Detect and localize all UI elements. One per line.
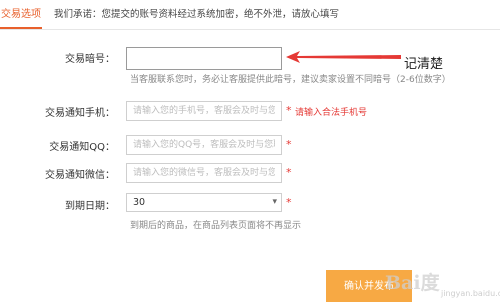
trade-password-label: 交易暗号： [65,54,115,65]
wechat-label: 交易通知微信： [45,170,115,181]
wechat-input[interactable] [126,163,282,183]
phone-required-mark: * [286,104,292,117]
expire-select[interactable]: 30 ▾ [126,193,282,212]
phone-error-message: 请输入合法手机号 [295,108,368,118]
top-bar: 交易选项 我们承诺：您提交的账号资料经过系统加密，绝不外泄，请放心填写 [0,0,500,30]
qq-input[interactable] [126,135,282,155]
expire-required-mark: * [286,196,292,209]
qq-required-mark: * [286,138,292,151]
expire-select-value: 30 [133,197,146,208]
chevron-down-icon: ▾ [272,197,277,207]
qq-label: 交易通知QQ： [49,142,115,153]
security-notice: 我们承诺：您提交的账号资料经过系统加密，绝不外泄，请放心填写 [54,9,340,20]
phone-input[interactable] [126,101,282,121]
expire-hint: 到期后的商品，在商品列表页面将不再显示 [130,221,302,231]
wechat-required-mark: * [286,166,292,179]
tab-trade-options[interactable]: 交易选项 [0,0,42,29]
baidu-jingyan-watermark: Bai度 jingyan.baidu.com [383,258,500,303]
trade-password-hint: 当客服联系您时，务必让客服提供此暗号，建议卖家设置不同暗号（2-6位数字） [130,75,451,85]
watermark-text: Bai度 [385,272,440,294]
phone-label: 交易通知手机： [45,108,115,119]
annotation-text: 记清楚 [404,57,444,72]
expire-label: 到期日期： [65,201,115,212]
watermark-subtext: jingyan.baidu.com [441,289,500,298]
trade-password-input[interactable] [126,47,282,70]
arrow-left-icon [286,51,401,63]
